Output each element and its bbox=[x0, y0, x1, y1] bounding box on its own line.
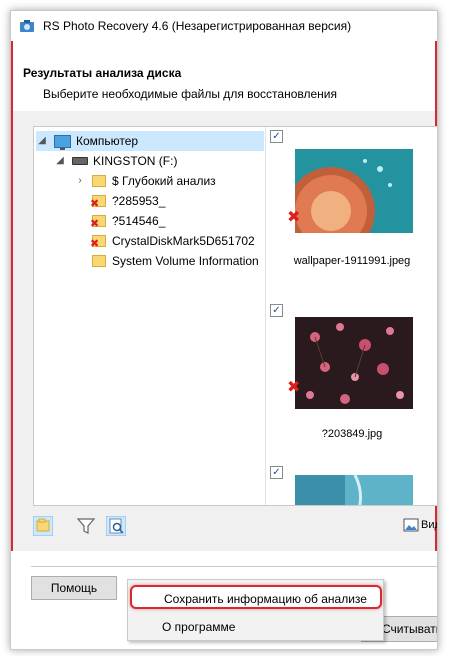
thumbnail-filename: ?203849.jpg bbox=[321, 428, 383, 440]
image-thumbnail[interactable] bbox=[295, 317, 413, 409]
folder-icon bbox=[92, 255, 106, 267]
results-panel: ◢ Компьютер ◢ KINGSTON (F:) › $ Глубокий… bbox=[33, 126, 437, 506]
title-bar: RS Photo Recovery 4.6 (Незарегистрирован… bbox=[11, 11, 437, 41]
file-checkbox[interactable]: ✓ bbox=[270, 304, 283, 317]
tree-node-deep-analysis[interactable]: › $ Глубокий анализ bbox=[74, 171, 216, 191]
tree-node-folder[interactable]: ✖ ?285953_ bbox=[90, 191, 166, 211]
page-subtitle: Выберите необходимые файлы для восстанов… bbox=[43, 87, 337, 101]
tree-node-label: CrystalDiskMark5D651702 bbox=[112, 234, 255, 248]
image-thumbnail[interactable] bbox=[295, 475, 413, 505]
deleted-folder-icon: ✖ bbox=[90, 235, 106, 250]
content-area: ◢ Компьютер ◢ KINGSTON (F:) › $ Глубокий… bbox=[11, 111, 437, 551]
usb-drive-icon bbox=[72, 157, 88, 165]
deleted-mark-icon: ✖ bbox=[287, 209, 301, 226]
deleted-folder-icon: ✖ bbox=[90, 215, 106, 230]
collapse-icon[interactable]: ◢ bbox=[36, 135, 48, 147]
help-context-menu: Сохранить информацию об анализе О програ… bbox=[127, 579, 384, 641]
thumbnail-filename: wallpaper-1911991.jpeg bbox=[293, 255, 411, 267]
tree-node-folder[interactable]: System Volume Information bbox=[92, 251, 259, 271]
filter-icon[interactable] bbox=[76, 516, 96, 536]
app-icon bbox=[20, 20, 34, 32]
deleted-mark-icon: ✖ bbox=[287, 379, 301, 396]
collapse-icon[interactable]: ◢ bbox=[54, 155, 66, 167]
file-checkbox[interactable]: ✓ bbox=[270, 130, 283, 143]
tree-node-drive[interactable]: ◢ KINGSTON (F:) bbox=[54, 151, 177, 171]
computer-icon bbox=[54, 134, 71, 150]
bottom-toolbar: Вид bbox=[31, 511, 437, 541]
tree-node-label: System Volume Information bbox=[112, 254, 259, 268]
menu-item-about[interactable]: О программе bbox=[130, 615, 382, 639]
tree-node-label: ?285953_ bbox=[112, 194, 166, 208]
file-checkbox[interactable]: ✓ bbox=[270, 466, 283, 479]
window-title: RS Photo Recovery 4.6 (Незарегистрирован… bbox=[43, 19, 352, 33]
deleted-folder-icon: ✖ bbox=[90, 195, 106, 210]
wizard-header: Результаты анализа диска Выберите необхо… bbox=[11, 41, 437, 111]
folders-view-icon[interactable] bbox=[33, 516, 53, 536]
search-icon[interactable] bbox=[106, 516, 126, 536]
menu-item-save-analysis-info[interactable]: Сохранить информацию об анализе bbox=[130, 585, 382, 609]
app-window: RS Photo Recovery 4.6 (Незарегистрирован… bbox=[10, 10, 438, 650]
tree-node-label: Компьютер bbox=[76, 134, 139, 148]
folder-tree[interactable]: ◢ Компьютер ◢ KINGSTON (F:) › $ Глубокий… bbox=[34, 127, 266, 505]
image-thumbnail[interactable] bbox=[295, 149, 413, 233]
tree-node-computer[interactable]: ◢ Компьютер bbox=[36, 131, 264, 151]
thumbnail-view[interactable]: ✓ ✖ wallpaper-1911991.jpeg ✓ ✖ ?203849.j… bbox=[267, 127, 437, 505]
tree-node-label: KINGSTON (F:) bbox=[93, 154, 178, 168]
view-icon[interactable] bbox=[403, 517, 419, 533]
tree-node-label: $ Глубокий анализ bbox=[112, 174, 216, 188]
page-title: Результаты анализа диска bbox=[23, 66, 182, 80]
separator bbox=[31, 566, 437, 567]
expand-icon[interactable]: › bbox=[74, 175, 86, 187]
tree-node-label: ?514546_ bbox=[112, 214, 166, 228]
folder-icon bbox=[92, 175, 106, 187]
help-button[interactable]: Помощь bbox=[31, 576, 117, 600]
tree-node-folder[interactable]: ✖ ?514546_ bbox=[90, 211, 166, 231]
view-menu-label[interactable]: Вид bbox=[421, 519, 437, 531]
tree-node-folder[interactable]: ✖ CrystalDiskMark5D651702 bbox=[90, 231, 255, 251]
